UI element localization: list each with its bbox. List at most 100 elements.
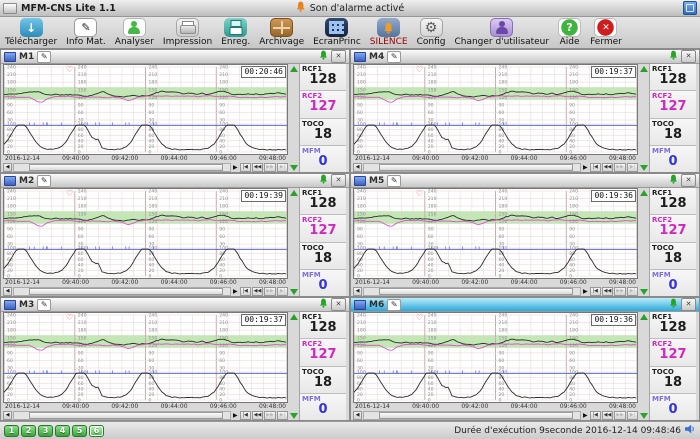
panel-header[interactable]: M6 ✎ ✕	[351, 298, 699, 312]
page-button-3[interactable]: 3	[38, 425, 53, 437]
nav-last-button[interactable]: ▶|	[627, 411, 638, 420]
scroll-up-icon[interactable]	[640, 190, 648, 196]
nav-first-button[interactable]: |◀	[240, 287, 251, 296]
panel-close-button[interactable]: ✕	[681, 50, 696, 63]
play-button[interactable]: ▶	[233, 288, 238, 295]
scrollbar-track[interactable]	[13, 411, 231, 420]
nav-first-button[interactable]: |◀	[240, 163, 251, 172]
scroll-up-icon[interactable]	[640, 66, 648, 72]
nav-next-button[interactable]: ▶▶	[614, 411, 626, 420]
panel-alarm-bell-icon[interactable]	[319, 298, 328, 311]
toolbar-button-changer-utilisateur[interactable]: Changer d'utilisateur	[451, 17, 552, 48]
toolbar-button-ecranprinc[interactable]: EcranPrinc	[310, 17, 364, 48]
nav-first-button[interactable]: |◀	[590, 163, 601, 172]
scroll-down-icon[interactable]	[640, 413, 648, 419]
nav-last-button[interactable]: ▶|	[277, 411, 288, 420]
nav-next-button[interactable]: ▶▶	[264, 163, 276, 172]
scroll-left-button[interactable]: ◀	[3, 163, 12, 172]
nav-next-button[interactable]: ▶▶	[614, 287, 626, 296]
panel-alarm-bell-icon[interactable]	[669, 298, 678, 311]
page-button-6[interactable]: 6	[89, 425, 104, 437]
nav-prev-button[interactable]: ◀◀	[602, 287, 614, 296]
panel-close-button[interactable]: ✕	[331, 174, 346, 187]
nav-prev-button[interactable]: ◀◀	[602, 411, 614, 420]
play-button[interactable]: ▶	[233, 164, 238, 171]
panel-header[interactable]: M1 ✎ ✕	[1, 50, 349, 64]
scrollbar-thumb[interactable]	[379, 164, 573, 171]
toolbar-button-analyser[interactable]: Analyser	[112, 17, 157, 48]
nav-prev-button[interactable]: ◀◀	[252, 411, 264, 420]
scrollbar-track[interactable]	[363, 287, 581, 296]
play-button[interactable]: ▶	[233, 412, 238, 419]
panel-close-button[interactable]: ✕	[331, 298, 346, 311]
scroll-up-icon[interactable]	[290, 190, 298, 196]
page-button-1[interactable]: 1	[4, 425, 19, 437]
scrollbar-thumb[interactable]	[29, 412, 223, 419]
scrollbar-track[interactable]	[363, 411, 581, 420]
scrollbar-track[interactable]	[13, 287, 231, 296]
nav-next-button[interactable]: ▶▶	[614, 163, 626, 172]
scrollbar-thumb[interactable]	[29, 164, 223, 171]
toolbar-button-archivage[interactable]: Archivage	[256, 17, 307, 48]
panel-close-button[interactable]: ✕	[681, 298, 696, 311]
panel-alarm-bell-icon[interactable]	[319, 50, 328, 63]
scroll-down-icon[interactable]	[640, 165, 648, 171]
scrollbar-thumb[interactable]	[379, 288, 573, 295]
nav-last-button[interactable]: ▶|	[627, 163, 638, 172]
scroll-left-button[interactable]: ◀	[353, 163, 362, 172]
nav-first-button[interactable]: |◀	[240, 411, 251, 420]
scroll-up-icon[interactable]	[290, 314, 298, 320]
toolbar-button-aide[interactable]: ?Aide	[555, 17, 584, 48]
nav-next-button[interactable]: ▶▶	[264, 411, 276, 420]
panel-header[interactable]: M2 ✎ ✕	[1, 174, 349, 188]
scrollbar-track[interactable]	[363, 163, 581, 172]
nav-last-button[interactable]: ▶|	[277, 163, 288, 172]
scrollbar-thumb[interactable]	[379, 412, 573, 419]
toolbar-button-impression[interactable]: Impression	[160, 17, 215, 48]
edit-icon[interactable]: ✎	[387, 51, 401, 63]
scroll-down-icon[interactable]	[640, 289, 648, 295]
nav-prev-button[interactable]: ◀◀	[252, 163, 264, 172]
nav-prev-button[interactable]: ◀◀	[252, 287, 264, 296]
titlebar-corner-button[interactable]	[683, 1, 697, 15]
toolbar-button-enreg[interactable]: Enreg.	[218, 17, 253, 48]
panel-alarm-bell-icon[interactable]	[669, 50, 678, 63]
toolbar-button-config[interactable]: ⚙Config	[414, 17, 449, 48]
panel-alarm-bell-icon[interactable]	[319, 174, 328, 187]
scrollbar-track[interactable]	[13, 163, 231, 172]
scroll-up-icon[interactable]	[290, 66, 298, 72]
edit-icon[interactable]: ✎	[37, 51, 51, 63]
scroll-left-button[interactable]: ◀	[3, 411, 12, 420]
panel-header[interactable]: M4 ✎ ✕	[351, 50, 699, 64]
scroll-down-icon[interactable]	[290, 165, 298, 171]
scroll-up-icon[interactable]	[640, 314, 648, 320]
scroll-left-button[interactable]: ◀	[353, 411, 362, 420]
scroll-left-button[interactable]: ◀	[353, 287, 362, 296]
edit-icon[interactable]: ✎	[37, 175, 51, 187]
nav-next-button[interactable]: ▶▶	[264, 287, 276, 296]
scrollbar-thumb[interactable]	[29, 288, 223, 295]
panel-close-button[interactable]: ✕	[681, 174, 696, 187]
panel-header[interactable]: M3 ✎ ✕	[1, 298, 349, 312]
nav-first-button[interactable]: |◀	[590, 287, 601, 296]
page-button-4[interactable]: 4	[55, 425, 70, 437]
page-button-2[interactable]: 2	[21, 425, 36, 437]
scroll-down-icon[interactable]	[290, 289, 298, 295]
edit-icon[interactable]: ✎	[387, 175, 401, 187]
toolbar-button-fermer[interactable]: ✕Fermer	[587, 17, 625, 48]
nav-last-button[interactable]: ▶|	[277, 287, 288, 296]
panel-close-button[interactable]: ✕	[331, 50, 346, 63]
play-button[interactable]: ▶	[583, 164, 588, 171]
play-button[interactable]: ▶	[583, 288, 588, 295]
edit-icon[interactable]: ✎	[37, 299, 51, 311]
panel-alarm-bell-icon[interactable]	[669, 174, 678, 187]
nav-prev-button[interactable]: ◀◀	[602, 163, 614, 172]
play-button[interactable]: ▶	[583, 412, 588, 419]
toolbar-button-silence[interactable]: SILENCE	[367, 17, 411, 48]
toolbar-button-telecharger[interactable]: ↓Télécharger	[2, 17, 60, 48]
edit-icon[interactable]: ✎	[387, 299, 401, 311]
nav-first-button[interactable]: |◀	[590, 411, 601, 420]
nav-last-button[interactable]: ▶|	[627, 287, 638, 296]
scroll-left-button[interactable]: ◀	[3, 287, 12, 296]
toolbar-button-info-mat[interactable]: ✎Info Mat.	[63, 17, 109, 48]
